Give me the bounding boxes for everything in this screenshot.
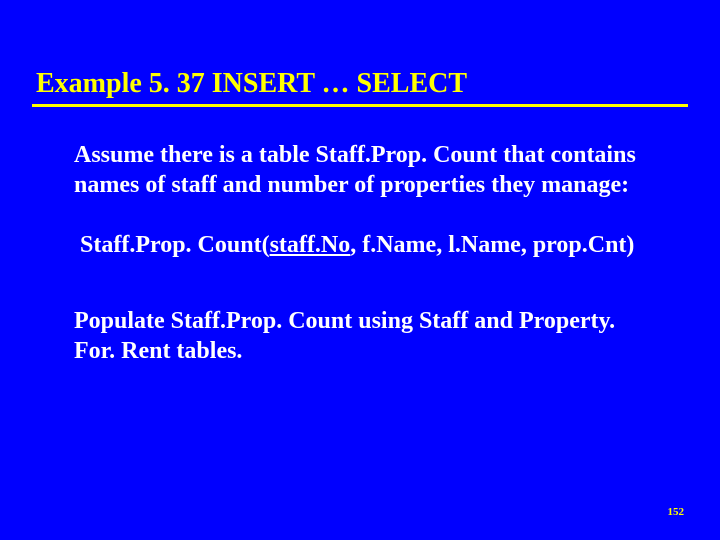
paragraph-intro: Assume there is a table Staff.Prop. Coun…	[74, 140, 660, 200]
page-number: 152	[668, 506, 685, 518]
schema-definition: Staff.Prop. Count(staff.No, f.Name, l.Na…	[80, 230, 660, 260]
schema-rest: , f.Name, l.Name, prop.Cnt)	[350, 232, 634, 258]
paragraph-task: Populate Staff.Prop. Count using Staff a…	[74, 306, 660, 366]
slide-title: Example 5. 37 INSERT … SELECT	[32, 68, 688, 104]
schema-prefix: Staff.Prop. Count(	[80, 232, 270, 258]
title-block: Example 5. 37 INSERT … SELECT	[32, 68, 688, 107]
title-underline	[32, 104, 688, 107]
slide-content: Assume there is a table Staff.Prop. Coun…	[74, 140, 660, 366]
schema-primary-key: staff.No	[270, 232, 351, 258]
